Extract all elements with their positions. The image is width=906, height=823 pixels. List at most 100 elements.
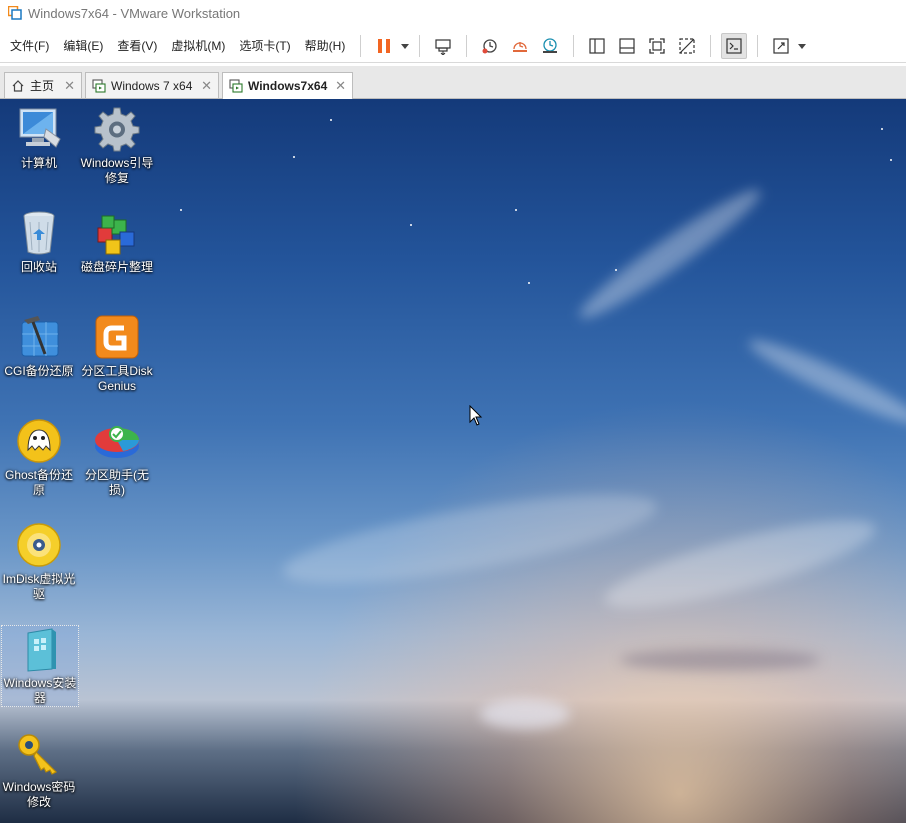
toolbar-separator bbox=[419, 35, 421, 57]
icon-label: 计算机 bbox=[20, 156, 57, 170]
windows-installer-icon bbox=[16, 626, 64, 673]
stretch-dropdown-button[interactable] bbox=[796, 33, 808, 59]
unity-button[interactable] bbox=[674, 33, 700, 59]
gear-icon bbox=[93, 105, 141, 153]
snapshot-manager-button[interactable] bbox=[537, 33, 563, 59]
cloud-streak bbox=[743, 330, 906, 434]
cloud-streak bbox=[571, 178, 769, 330]
close-icon[interactable]: ✕ bbox=[201, 78, 212, 94]
vm-icon bbox=[229, 79, 243, 93]
star bbox=[881, 128, 883, 130]
desktop-icon-disk-defrag[interactable]: 磁盘碎片整理 bbox=[78, 209, 156, 275]
desktop-icon-ghost[interactable]: Ghost备份还原 bbox=[0, 417, 78, 498]
star bbox=[515, 209, 517, 211]
desktop-icon-imdisk[interactable]: ImDisk虚拟光驱 bbox=[0, 521, 78, 602]
icon-label: ImDisk虚拟光驱 bbox=[2, 572, 76, 601]
tab-bar: 主页 ✕ Windows 7 x64 ✕ Windows7x64 ✕ bbox=[0, 66, 906, 99]
tab-label: Windows7x64 bbox=[248, 79, 328, 93]
menu-help[interactable]: 帮助(H) bbox=[298, 34, 353, 58]
home-icon bbox=[11, 79, 25, 93]
stretch-icon bbox=[773, 38, 789, 54]
desktop-icon-diskgenius[interactable]: 分区工具DiskGenius bbox=[78, 313, 156, 394]
show-library-button[interactable] bbox=[584, 33, 610, 59]
toolbar-separator bbox=[360, 35, 362, 57]
console-view-icon bbox=[726, 38, 742, 54]
menu-tabs[interactable]: 选项卡(T) bbox=[232, 34, 297, 58]
window-title: Windows7x64 - VMware Workstation bbox=[28, 5, 241, 21]
icon-label: Ghost备份还原 bbox=[4, 468, 74, 497]
menu-file[interactable]: 文件(F) bbox=[3, 34, 56, 58]
icon-label: Windows安装器 bbox=[3, 676, 77, 705]
desktop-icon-partition-assistant[interactable]: 分区助手(无损) bbox=[78, 417, 156, 498]
toolbar-separator bbox=[573, 35, 575, 57]
icon-label: 分区助手(无损) bbox=[85, 468, 149, 497]
star bbox=[410, 224, 412, 226]
menu-edit[interactable]: 编辑(E) bbox=[56, 34, 110, 58]
full-screen-icon bbox=[649, 38, 665, 54]
diskgenius-icon bbox=[93, 313, 141, 361]
tab-windows7x64[interactable]: Windows7x64 ✕ bbox=[222, 72, 353, 99]
mouse-cursor-icon bbox=[469, 404, 483, 430]
icon-label: 回收站 bbox=[20, 260, 57, 274]
take-snapshot-button[interactable] bbox=[477, 33, 503, 59]
thumbnail-bar-button[interactable] bbox=[614, 33, 640, 59]
revert-snapshot-icon bbox=[513, 42, 528, 52]
power-dropdown-button[interactable] bbox=[399, 33, 411, 59]
star bbox=[890, 159, 892, 161]
chevron-down-icon bbox=[798, 43, 807, 49]
menu-toolbar-bar: 文件(F) 编辑(E) 查看(V) 虚拟机(M) 选项卡(T) 帮助(H) bbox=[0, 30, 906, 63]
send-ctrl-alt-del-button[interactable] bbox=[430, 33, 456, 59]
desktop-icon-recycle-bin[interactable]: 回收站 bbox=[0, 209, 78, 275]
star bbox=[330, 119, 332, 121]
desktop-icon-windows-password[interactable]: Windows密码修改 bbox=[0, 729, 78, 810]
menu-vm[interactable]: 虚拟机(M) bbox=[164, 34, 232, 58]
cloud-streak bbox=[277, 476, 663, 602]
send-ctrl-alt-del-icon bbox=[435, 39, 451, 55]
tab-home[interactable]: 主页 ✕ bbox=[4, 72, 82, 98]
show-library-icon bbox=[589, 38, 605, 54]
icon-label: 磁盘碎片整理 bbox=[80, 260, 153, 274]
cloud-streak bbox=[480, 699, 570, 729]
vm-guest-desktop[interactable]: 计算机 回收站 CGI备份还原 Ghost备份还原 ImDisk虚拟光驱 Win… bbox=[0, 99, 906, 823]
icon-label: 分区工具DiskGenius bbox=[81, 364, 153, 393]
key-icon bbox=[15, 729, 63, 777]
snapshot-icon bbox=[482, 39, 497, 54]
desktop-icon-windows-installer[interactable]: Windows安装器 bbox=[1, 625, 79, 707]
full-screen-button[interactable] bbox=[644, 33, 670, 59]
unity-icon bbox=[679, 38, 695, 54]
tab-label: 主页 bbox=[30, 79, 55, 93]
icon-label: Windows密码修改 bbox=[2, 780, 76, 809]
toolbar-separator bbox=[757, 35, 759, 57]
icon-label: CGI备份还原 bbox=[4, 364, 74, 378]
close-icon[interactable]: ✕ bbox=[335, 78, 346, 94]
thumbnail-bar-icon bbox=[619, 38, 635, 54]
pause-icon bbox=[378, 39, 391, 53]
close-icon[interactable]: ✕ bbox=[64, 78, 75, 94]
vmware-app-icon bbox=[7, 5, 22, 20]
cloud-streak bbox=[620, 649, 820, 671]
star bbox=[528, 282, 530, 284]
star bbox=[615, 269, 617, 271]
menu-view[interactable]: 查看(V) bbox=[110, 34, 164, 58]
stretch-guest-button[interactable] bbox=[768, 33, 794, 59]
desktop-icon-computer[interactable]: 计算机 bbox=[0, 105, 78, 171]
computer-icon bbox=[15, 105, 63, 153]
tab-windows-7-x64[interactable]: Windows 7 x64 ✕ bbox=[85, 72, 219, 98]
revert-snapshot-button[interactable] bbox=[507, 33, 533, 59]
tab-label: Windows 7 x64 bbox=[111, 78, 193, 93]
icon-label: Windows引导修复 bbox=[80, 156, 154, 185]
star bbox=[180, 209, 182, 211]
toolbar-separator bbox=[710, 35, 712, 57]
star bbox=[293, 156, 295, 158]
toolbar-separator bbox=[466, 35, 468, 57]
desktop-icon-windows-boot-repair[interactable]: Windows引导修复 bbox=[78, 105, 156, 186]
cgi-backup-icon bbox=[15, 313, 63, 361]
vm-icon bbox=[92, 78, 106, 93]
pause-button[interactable] bbox=[371, 33, 397, 59]
chevron-down-icon bbox=[401, 43, 410, 49]
recycle-bin-icon bbox=[15, 209, 63, 257]
snapshot-manager-icon bbox=[543, 38, 558, 53]
desktop-icon-cgi-backup[interactable]: CGI备份还原 bbox=[0, 313, 78, 379]
ghost-icon bbox=[15, 417, 63, 465]
console-view-button[interactable] bbox=[721, 33, 748, 59]
